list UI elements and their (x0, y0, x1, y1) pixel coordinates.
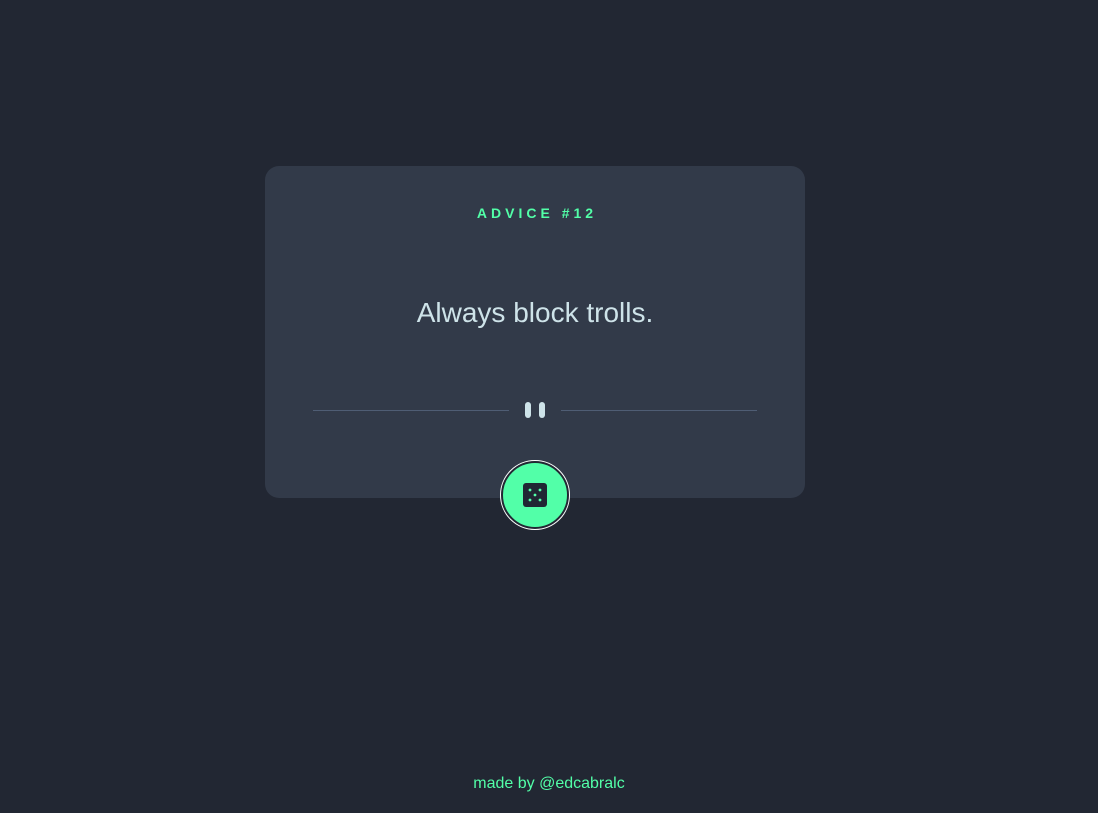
divider-line-left (313, 410, 509, 411)
author-link[interactable]: @edcabralc (539, 775, 625, 792)
advice-quote: Always block trolls. (416, 297, 654, 328)
advice-number-label: ADVICE #12 (476, 205, 598, 221)
footer-prefix: made by (473, 775, 540, 792)
pause-bar-right (539, 402, 545, 418)
advice-card: ADVICE #12 Always block trolls. (265, 166, 805, 498)
pattern-divider (313, 402, 757, 418)
footer-credit: made by @edcabralc (0, 774, 1098, 794)
page: ADVICE #12 Always block trolls. made by … (0, 0, 1098, 813)
divider-line-right (561, 410, 757, 411)
pause-icon (525, 402, 545, 418)
new-advice-button[interactable] (501, 461, 569, 529)
pause-bar-left (525, 402, 531, 418)
dice-icon (523, 483, 547, 507)
